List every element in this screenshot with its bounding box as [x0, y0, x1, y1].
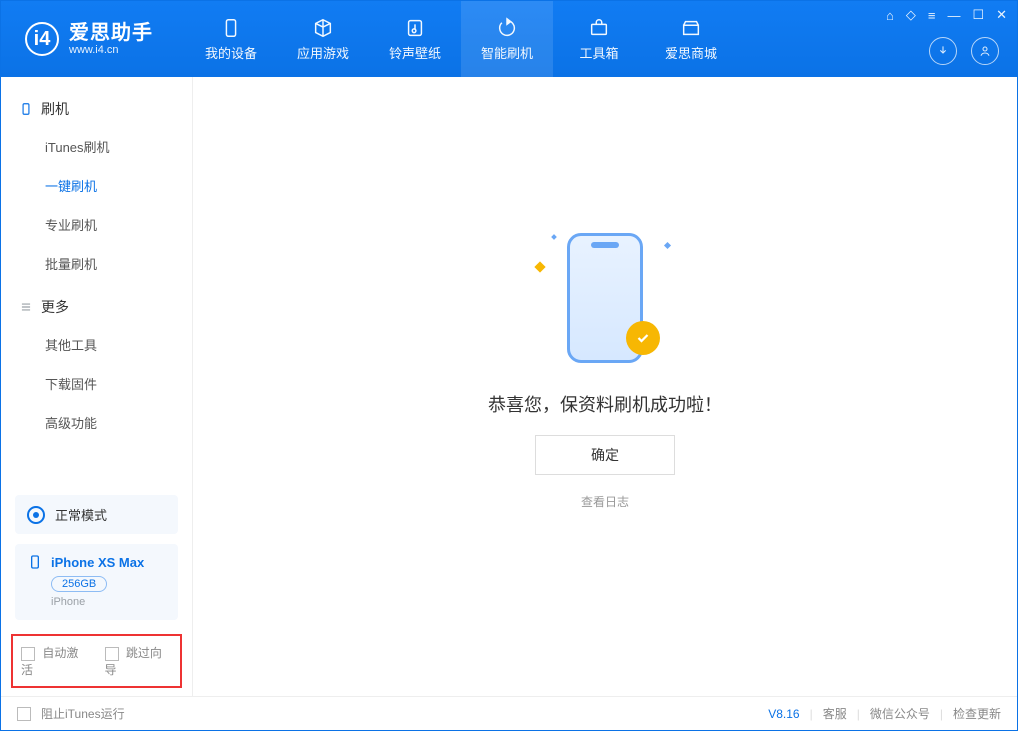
refresh-icon: [496, 17, 518, 39]
cube-icon: [312, 17, 334, 39]
nav-toolbox[interactable]: 工具箱: [553, 1, 645, 77]
sidebar-group-title: 更多: [41, 297, 69, 317]
header: i4 爱思助手 www.i4.cn 我的设备 应用游戏 铃声壁纸 智能刷机: [1, 1, 1017, 77]
device-name: iPhone XS Max: [51, 555, 144, 570]
nav-store[interactable]: 爱思商城: [645, 1, 737, 77]
nav-my-device[interactable]: 我的设备: [185, 1, 277, 77]
nav-ringtone-wallpaper[interactable]: 铃声壁纸: [369, 1, 461, 77]
top-nav: 我的设备 应用游戏 铃声壁纸 智能刷机 工具箱 爱思商城: [185, 1, 737, 77]
mode-card[interactable]: 正常模式: [15, 495, 178, 534]
ok-button[interactable]: 确定: [535, 435, 675, 475]
nav-label: 我的设备: [205, 43, 257, 62]
toolbox-icon: [588, 17, 610, 39]
checkbox-icon[interactable]: [105, 647, 119, 661]
list-icon: [19, 300, 33, 314]
store-icon: [680, 17, 702, 39]
auto-activate-option[interactable]: 自动激活: [21, 644, 89, 678]
minimize-button[interactable]: —: [947, 8, 960, 23]
skip-guide-option[interactable]: 跳过向导: [105, 644, 173, 678]
check-badge-icon: [626, 321, 660, 355]
device-type: iPhone: [51, 596, 166, 608]
success-illustration: [530, 223, 680, 373]
header-action-icons: [929, 37, 999, 65]
app-window: i4 爱思助手 www.i4.cn 我的设备 应用游戏 铃声壁纸 智能刷机: [0, 0, 1018, 731]
device-capacity: 256GB: [51, 576, 107, 592]
block-itunes-label[interactable]: 阻止iTunes运行: [41, 705, 125, 722]
nav-smart-flash[interactable]: 智能刷机: [461, 1, 553, 77]
sidebar-item-download-firmware[interactable]: 下载固件: [1, 364, 192, 403]
sidebar-item-other-tools[interactable]: 其他工具: [1, 325, 192, 364]
nav-label: 爱思商城: [665, 43, 717, 62]
sidebar-item-batch-flash[interactable]: 批量刷机: [1, 244, 192, 283]
sidebar-item-onekey-flash[interactable]: 一键刷机: [1, 166, 192, 205]
menu-icon[interactable]: ≡: [928, 8, 936, 23]
user-icon[interactable]: [971, 37, 999, 65]
device-icon: [220, 17, 242, 39]
sidebar-item-advanced[interactable]: 高级功能: [1, 403, 192, 442]
main-content: 恭喜您，保资料刷机成功啦！ 确定 查看日志: [193, 77, 1017, 696]
mode-dot-icon: [27, 506, 45, 524]
success-message: 恭喜您，保资料刷机成功啦！: [488, 391, 722, 417]
phone-icon: [19, 102, 33, 116]
sidebar-item-pro-flash[interactable]: 专业刷机: [1, 205, 192, 244]
logo: i4 爱思助手 www.i4.cn: [1, 1, 177, 77]
footer-wechat-link[interactable]: 微信公众号: [870, 705, 930, 722]
window-controls: ⌂ ◇ ≡ — ☐ ✕: [886, 7, 1007, 23]
nav-label: 应用游戏: [297, 43, 349, 62]
mode-label: 正常模式: [55, 505, 107, 524]
feedback-icon[interactable]: ◇: [906, 7, 916, 23]
nav-label: 智能刷机: [481, 43, 533, 62]
checkbox-icon[interactable]: [17, 707, 31, 721]
footer-service-link[interactable]: 客服: [823, 705, 847, 722]
maximize-button[interactable]: ☐: [972, 7, 984, 23]
sidebar-item-itunes-flash[interactable]: iTunes刷机: [1, 127, 192, 166]
checkbox-icon[interactable]: [21, 647, 35, 661]
logo-icon: i4: [25, 22, 59, 56]
version-label: V8.16: [768, 707, 799, 721]
nav-label: 工具箱: [579, 43, 618, 62]
sidebar-group-flash: 刷机: [1, 85, 192, 127]
logo-title: 爱思助手: [69, 22, 153, 44]
sidebar: 刷机 iTunes刷机 一键刷机 专业刷机 批量刷机 更多 其他工具 下载固件 …: [1, 77, 193, 696]
device-icon: [27, 554, 43, 570]
device-card[interactable]: iPhone XS Max 256GB iPhone: [15, 544, 178, 620]
shirt-icon[interactable]: ⌂: [886, 8, 894, 23]
footer: 阻止iTunes运行 V8.16 | 客服 | 微信公众号 | 检查更新: [1, 696, 1017, 730]
music-icon: [404, 17, 426, 39]
highlighted-options: 自动激活 跳过向导: [11, 634, 182, 688]
download-icon[interactable]: [929, 37, 957, 65]
body: 刷机 iTunes刷机 一键刷机 专业刷机 批量刷机 更多 其他工具 下载固件 …: [1, 77, 1017, 696]
sidebar-group-more: 更多: [1, 283, 192, 325]
nav-label: 铃声壁纸: [389, 43, 441, 62]
close-button[interactable]: ✕: [996, 7, 1007, 23]
footer-update-link[interactable]: 检查更新: [953, 705, 1001, 722]
result-block: 恭喜您，保资料刷机成功啦！ 确定 查看日志: [488, 223, 722, 510]
sidebar-group-title: 刷机: [41, 99, 69, 119]
view-log-link[interactable]: 查看日志: [581, 493, 629, 510]
nav-apps-games[interactable]: 应用游戏: [277, 1, 369, 77]
logo-subtitle: www.i4.cn: [69, 44, 153, 56]
